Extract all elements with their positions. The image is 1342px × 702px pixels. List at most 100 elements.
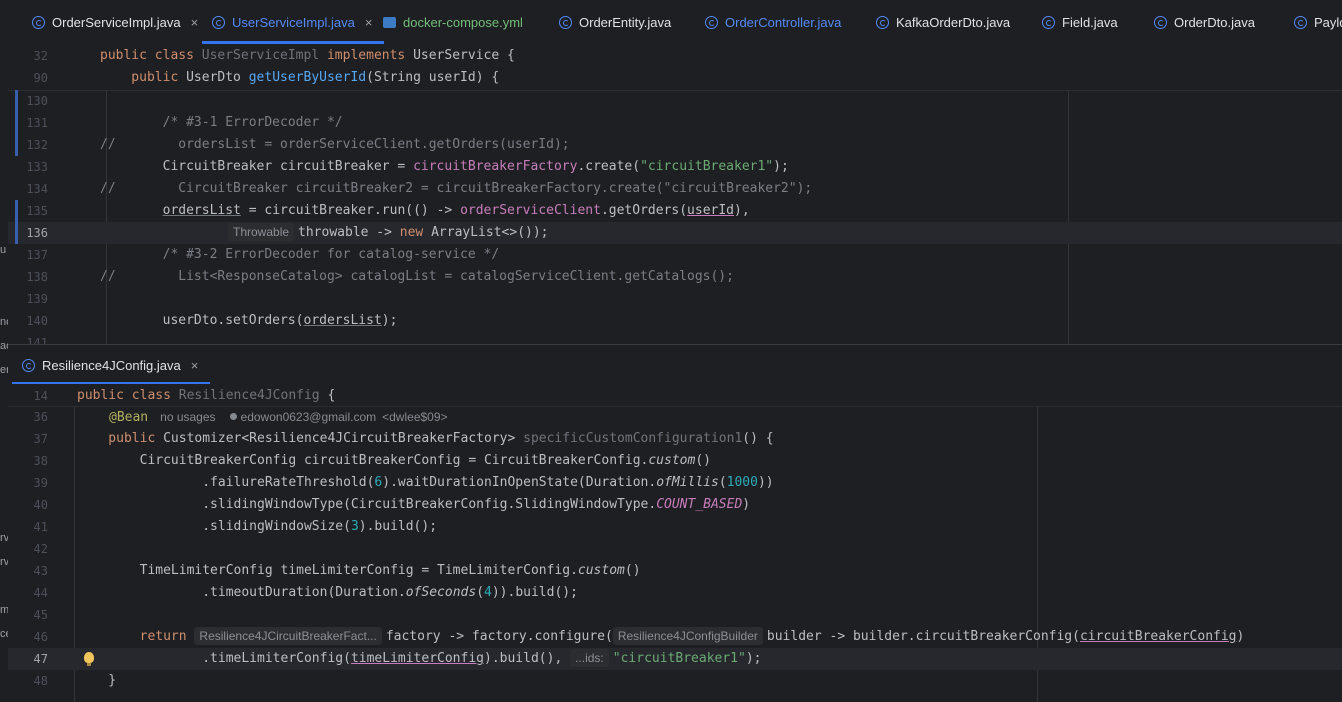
code-line[interactable]: 38 CircuitBreakerConfig circuitBreakerCo… [8, 450, 1342, 472]
code-token: ).build(), [484, 651, 571, 666]
tab-label: KafkaOrderDto.java [896, 14, 1011, 30]
code-token: public class [77, 388, 179, 403]
close-icon[interactable]: × [191, 15, 199, 30]
code-token: () { [742, 431, 774, 446]
code-token: 3 [350, 519, 359, 534]
user-icon [229, 413, 237, 420]
line-number: 90 [33, 71, 48, 85]
tab-label: UserServiceImpl.java [232, 14, 355, 30]
code-line[interactable]: 137 /* #3-2 ErrorDecoder for catalog-ser… [8, 244, 1342, 266]
line-number: 48 [33, 674, 48, 688]
code-text: // List<ResponseCatalog> catalogList = c… [100, 266, 734, 288]
usages-hint[interactable]: no usages [160, 410, 215, 424]
code-line[interactable]: 140 userDto.setOrders(ordersList); [8, 310, 1342, 332]
line-number: 45 [33, 608, 48, 622]
vcs-change-marker [15, 134, 18, 156]
editor-tab[interactable]: OrderServiceImpl.java × [32, 0, 198, 44]
author-hint[interactable]: edowon0623@gmail.com [241, 410, 377, 424]
code-line[interactable]: 133 CircuitBreaker circuitBreaker = circ… [8, 156, 1342, 178]
code-line[interactable]: 42 [8, 538, 1342, 560]
line-number: 131 [26, 116, 48, 130]
code-token: "circuitBreaker1" [612, 651, 746, 666]
code-line[interactable]: 39 .failureRateThreshold(6).waitDuration… [8, 472, 1342, 494]
code-line[interactable]: 139 [8, 288, 1342, 310]
line-number: 47 [33, 652, 48, 666]
class-icon [212, 15, 225, 29]
line-number: 44 [33, 586, 48, 600]
editor-tab[interactable]: KafkaOrderDto.java [876, 0, 1010, 44]
code-token: (String userId) { [366, 70, 500, 85]
parameter-hint: ...ids: [570, 649, 609, 667]
code-line[interactable]: 141 [8, 332, 1342, 344]
code-text: TimeLimiterConfig timeLimiterConfig = Ti… [77, 560, 641, 582]
code-line[interactable]: 47 .timeLimiterConfig(timeLimiterConfig)… [8, 648, 1342, 670]
code-token: () [624, 563, 641, 578]
code-token: ofSeconds [405, 585, 477, 600]
line-number: 42 [33, 542, 48, 556]
editor-tab[interactable]: OrderEntity.java [559, 0, 671, 44]
code-token: timeLimiterConfig [350, 651, 484, 666]
code-line[interactable]: 44 .timeoutDuration(Duration.ofSeconds(4… [8, 582, 1342, 604]
code-line[interactable]: 136 Throwable throwable -> new ArrayList<>… [8, 222, 1342, 244]
line-number: 37 [33, 432, 48, 446]
editor-tab[interactable]: docker-compose.yml [383, 0, 523, 44]
sticky-header: 32 public class UserServiceImpl implement… [8, 44, 1342, 91]
code-token: // List<ResponseCatalog> catalogList = c… [100, 269, 734, 284]
code-token: 1000 [726, 475, 758, 490]
top-editor-pane[interactable]: 32 public class UserServiceImpl implement… [8, 44, 1342, 344]
line-number: 38 [33, 454, 48, 468]
code-token: userId [687, 203, 735, 218]
lightbulb-icon[interactable] [84, 652, 94, 666]
code-text: public class Resilience4JConfig { [77, 385, 335, 407]
code-token: .timeoutDuration(Duration. [77, 585, 406, 600]
code-line: 90 public UserDto getUserByUserId(String… [8, 67, 1342, 89]
bottom-editor-pane[interactable]: 14 public class Resilience4JConfig {36 @Be… [8, 384, 1342, 702]
editor-tab[interactable]: OrderController.java [705, 0, 841, 44]
vcs-change-marker [15, 90, 18, 112]
parameter-hint: Resilience4JConfigBuilder [612, 627, 763, 645]
code-line: 32 public class UserServiceImpl implement… [8, 45, 1342, 67]
code-token: TimeLimiterConfig timeLimiterConfig = Ti… [77, 563, 578, 578]
code-token: ); [773, 159, 789, 174]
tab-label: docker-compose.yml [403, 14, 523, 30]
code-line[interactable]: 134 // CircuitBreaker circuitBreaker2 = c… [8, 178, 1342, 200]
left-tool-strip: u nc ac er rv rv m ce [0, 0, 8, 702]
code-line[interactable]: 131 /* #3-1 ErrorDecoder */ [8, 112, 1342, 134]
code-text: // CircuitBreaker circuitBreaker2 = circ… [100, 178, 812, 200]
code-text: /* #3-1 ErrorDecoder */ [100, 112, 343, 134]
line-number: 139 [26, 292, 48, 306]
line-number: 136 [26, 226, 48, 240]
code-line[interactable]: 130 [8, 90, 1342, 112]
code-line[interactable]: 43 TimeLimiterConfig timeLimiterConfig =… [8, 560, 1342, 582]
editor-tab[interactable]: Resilience4JConfig.java × [11, 345, 211, 385]
code-token: UserServiceImpl [201, 48, 327, 63]
editor-tab[interactable]: Field.java [1042, 0, 1118, 44]
tab-label: OrderController.java [725, 14, 842, 30]
code-line[interactable]: 46 return Resilience4JCircuitBreakerFact… [8, 626, 1342, 648]
close-icon[interactable]: × [191, 358, 199, 373]
editor-tab[interactable]: OrderDto.java [1154, 0, 1255, 44]
line-number: 41 [33, 520, 48, 534]
code-line[interactable]: 138 // List<ResponseCatalog> catalogList … [8, 266, 1342, 288]
code-line[interactable]: 48 } [8, 670, 1342, 692]
code-line[interactable]: 37 public Customizer<Resilience4JCircuit… [8, 428, 1342, 450]
left-strip-fragment: er [0, 364, 8, 376]
code-token: ).waitDurationInOpenState(Duration. [382, 475, 657, 490]
code-line[interactable]: 45 [8, 604, 1342, 626]
code-line[interactable]: 135 ordersList = circuitBreaker.run(() -… [8, 200, 1342, 222]
code-token: ( [476, 585, 485, 600]
code-text: .slidingWindowType(CircuitBreakerConfig.… [77, 494, 750, 516]
class-icon [32, 15, 45, 29]
code-line[interactable]: 41 .slidingWindowSize(3).build(); [8, 516, 1342, 538]
editor-tab[interactable]: Payloa [1294, 0, 1342, 44]
code-line[interactable]: 40 .slidingWindowType(CircuitBreakerConf… [8, 494, 1342, 516]
editor-tab[interactable]: UserServiceImpl.java × [201, 0, 385, 44]
code-token: // ordersList = orderServiceClient.getOr… [100, 137, 570, 152]
code-token: ofMillis [656, 475, 719, 490]
code-token: )) [757, 475, 774, 490]
code-line[interactable]: 132 // ordersList = orderServiceClient.ge… [8, 134, 1342, 156]
code-text: .timeoutDuration(Duration.ofSeconds(4)).… [77, 582, 578, 604]
close-icon[interactable]: × [365, 15, 373, 30]
class-icon [1294, 15, 1307, 29]
